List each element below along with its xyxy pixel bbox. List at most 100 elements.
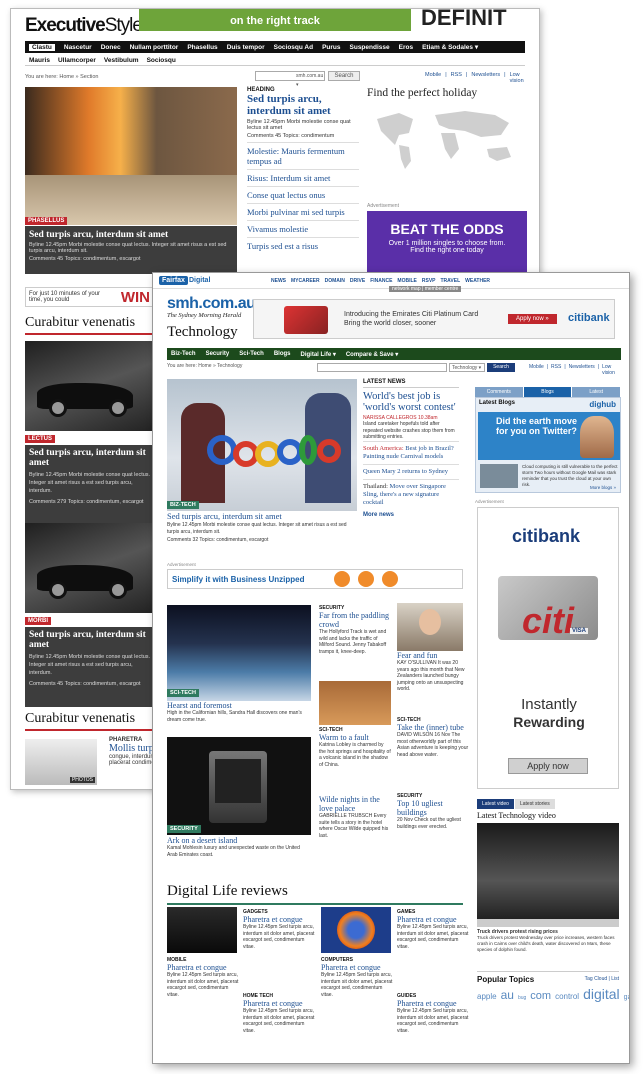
- beat-the-odds-ad[interactable]: BEAT THE ODDS Over 1 million singles to …: [367, 211, 527, 277]
- rss-link[interactable]: RSS: [451, 72, 462, 84]
- network-link-3[interactable]: DRIVE: [350, 278, 365, 284]
- dighub-logo[interactable]: dighub: [589, 400, 616, 409]
- newsletters-link[interactable]: Newsletters: [569, 364, 595, 376]
- car-headline[interactable]: Sed turpis arcu, interdum sit amet: [29, 448, 151, 468]
- news-item-link[interactable]: Queen Mary 2 returns to Sydney: [363, 468, 448, 475]
- subnav-item-2[interactable]: Vestibulum: [104, 57, 139, 64]
- nav-item-0[interactable]: Clastu: [29, 43, 55, 51]
- network-link-7[interactable]: TRAVEL: [441, 278, 461, 284]
- story-headline[interactable]: Wilde nights in the love palace: [319, 795, 391, 813]
- network-link-2[interactable]: DOMAIN: [325, 278, 345, 284]
- latest-headline[interactable]: World's best job is 'world's worst conte…: [363, 391, 459, 413]
- top-banner-ad-right[interactable]: DEFINIT: [421, 9, 507, 31]
- world-map[interactable]: [369, 105, 527, 171]
- nav-item-3[interactable]: Nullam porttitor: [130, 44, 179, 51]
- network-link-8[interactable]: WEATHER: [465, 278, 490, 284]
- tag-control[interactable]: control: [555, 992, 579, 1001]
- tab-blogs[interactable]: Blogs: [523, 387, 572, 397]
- tag-digital[interactable]: digital: [583, 986, 620, 1002]
- tag-cloud-toggle[interactable]: Tag Cloud | List: [585, 976, 619, 982]
- section-nav-item-2[interactable]: Sci-Tech: [239, 351, 264, 357]
- column-link[interactable]: Morbi pulvinar mi sed turpis: [247, 203, 359, 220]
- story-headline[interactable]: Fear and fun: [397, 651, 469, 660]
- section-nav-item-1[interactable]: Security: [206, 351, 230, 357]
- tab-latest-stories[interactable]: Latest stories: [514, 799, 555, 809]
- review-headline[interactable]: Pharetra et congue: [243, 915, 317, 924]
- story-headline[interactable]: Ark on a desert island: [167, 836, 311, 845]
- column-link[interactable]: Turpis sed est a risus: [247, 237, 359, 254]
- story-headline[interactable]: Warm to a fault: [319, 733, 391, 742]
- review-headline[interactable]: Pharetra et congue: [397, 915, 471, 924]
- holiday-heading[interactable]: Find the perfect holiday: [367, 87, 477, 99]
- network-link-6[interactable]: RSVP: [422, 278, 436, 284]
- nav-item-9[interactable]: Eros: [399, 44, 413, 51]
- blog-question[interactable]: Did the earth move for you on Twitter?: [496, 416, 584, 436]
- tag-au[interactable]: au: [501, 988, 514, 1002]
- blog-thumbnail[interactable]: [480, 464, 518, 488]
- search-input[interactable]: [317, 363, 447, 372]
- tag-gadgets[interactable]: gadgets: [624, 994, 629, 1001]
- top-banner-ad[interactable]: on the right track: [139, 9, 411, 31]
- video-controls[interactable]: [477, 919, 619, 927]
- column-link[interactable]: Molestie: Mauris fermentum tempus ad: [247, 142, 359, 169]
- newsletters-link[interactable]: Newsletters: [471, 72, 500, 84]
- review-headline[interactable]: Pharetra et congue: [243, 999, 317, 1008]
- column-link[interactable]: Conse quat lectus onus: [247, 186, 359, 203]
- nav-item-7[interactable]: Purus: [322, 44, 340, 51]
- search-scope-select[interactable]: Technology ▾: [449, 363, 485, 372]
- subnav-item-0[interactable]: Mauris: [29, 57, 50, 64]
- lead-tag[interactable]: BIZ-TECH: [167, 501, 199, 509]
- nav-item-5[interactable]: Duis tempor: [227, 44, 265, 51]
- story-tag[interactable]: SCI-TECH: [167, 689, 199, 697]
- news-item[interactable]: South America: Best job in Brazil? Paint…: [363, 440, 459, 464]
- hero-headline[interactable]: Sed turpis arcu, interdum sit amet: [29, 230, 233, 240]
- car-headline[interactable]: Sed turpis arcu, interdum sit amet: [29, 630, 151, 650]
- apply-now-button[interactable]: Apply now: [508, 758, 588, 774]
- nav-item-10[interactable]: Etiam & Sodales ▾: [422, 43, 478, 51]
- review-headline[interactable]: Pharetra et congue: [321, 963, 395, 972]
- review-headline[interactable]: Pharetra et congue: [167, 963, 241, 972]
- network-link-4[interactable]: FINANCE: [370, 278, 392, 284]
- car-tag[interactable]: LECTUS: [25, 435, 55, 443]
- mobile-review-image[interactable]: [167, 907, 237, 953]
- tag-com[interactable]: com: [530, 990, 551, 1002]
- nav-item-8[interactable]: Suspendisse: [350, 44, 390, 51]
- story-headline[interactable]: Take the (inner) tube: [397, 723, 469, 732]
- column-link[interactable]: Risus: Interdum sit amet: [247, 169, 359, 186]
- google-lead-image[interactable]: [167, 379, 357, 511]
- tag-bug[interactable]: bug: [518, 995, 526, 1001]
- search-button[interactable]: Search: [487, 363, 515, 372]
- section-nav-item-4[interactable]: Digital Life ▾: [300, 351, 335, 358]
- video-player[interactable]: [477, 823, 619, 919]
- site-logo[interactable]: ExecutiveStyle: [25, 15, 143, 37]
- bottom-car-image[interactable]: PHOTOS: [25, 739, 97, 785]
- tab-latest-video[interactable]: Latest video: [477, 799, 514, 809]
- subnav-item-1[interactable]: Ullamcorper: [58, 57, 96, 64]
- section-nav-item-3[interactable]: Blogs: [274, 351, 291, 357]
- news-item[interactable]: Queen Mary 2 returns to Sydney: [363, 463, 459, 479]
- satellite-image[interactable]: [167, 605, 311, 701]
- mobile-link[interactable]: Mobile: [425, 72, 441, 84]
- firefox-review-image[interactable]: [321, 907, 391, 953]
- low-vision-link[interactable]: Low vision: [602, 364, 621, 376]
- network-link-0[interactable]: NEWS: [271, 278, 286, 284]
- win-ad[interactable]: For just 10 minutes of your time, you co…: [25, 287, 155, 307]
- story-headline[interactable]: Top 10 ugliest buildings: [397, 799, 469, 817]
- subnav-item-3[interactable]: Sociosqu: [147, 57, 176, 64]
- apply-now-button[interactable]: Apply now »: [508, 314, 557, 324]
- car-image[interactable]: [25, 523, 155, 613]
- lead-headline[interactable]: Sed turpis arcu, interdum sit amet: [167, 511, 357, 521]
- nav-item-4[interactable]: Phasellus: [187, 44, 217, 51]
- column-headline[interactable]: Sed turpis arcu, interdum sit amet: [247, 93, 359, 117]
- low-vision-link[interactable]: Low vision: [510, 72, 525, 84]
- more-blogs-link[interactable]: More blogs »: [590, 485, 616, 490]
- nav-item-2[interactable]: Donec: [101, 44, 121, 51]
- car-image[interactable]: [25, 341, 155, 431]
- car-tag[interactable]: MORBI: [25, 617, 51, 625]
- nav-item-6[interactable]: Sociosqu Ad: [274, 44, 313, 51]
- network-link-1[interactable]: MYCAREER: [291, 278, 320, 284]
- fairfax-logo[interactable]: Fairfax: [159, 276, 188, 285]
- tag-apple[interactable]: apple: [477, 992, 497, 1001]
- network-map-link[interactable]: network map | member centre: [389, 286, 462, 292]
- network-link-5[interactable]: MOBILE: [397, 278, 416, 284]
